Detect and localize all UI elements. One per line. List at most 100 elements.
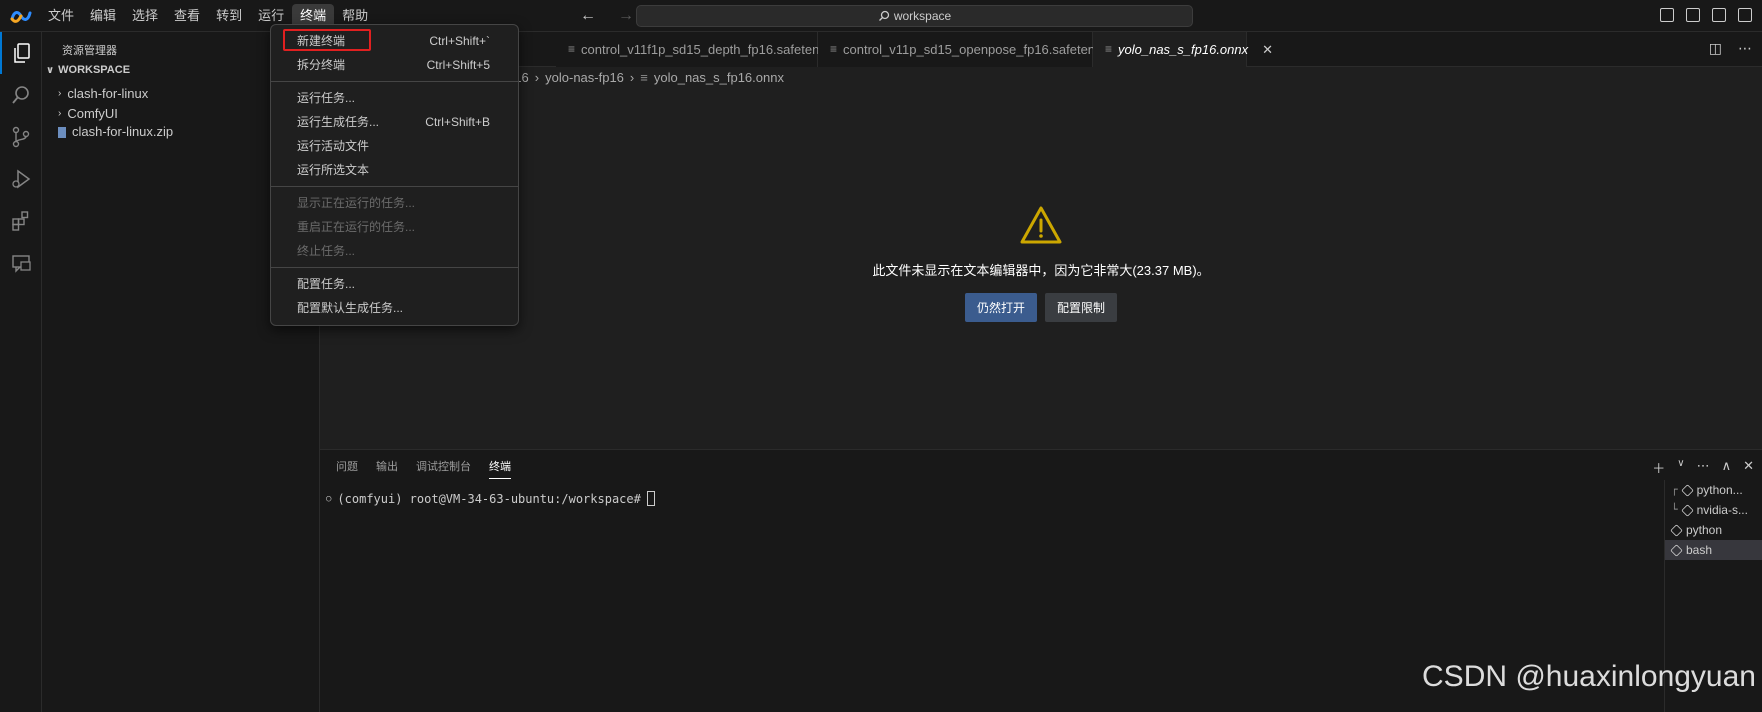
large-file-message: 此文件未显示在文本编辑器中，因为它非常大(23.37 MB)。 仍然打开 配置限… <box>320 205 1762 322</box>
open-anyway-button[interactable]: 仍然打开 <box>964 293 1037 322</box>
extensions-icon[interactable] <box>0 200 42 242</box>
large-file-text: 此文件未显示在文本编辑器中，因为它非常大(23.37 MB)。 <box>872 263 1210 278</box>
editor-actions: ◫ ⋯ <box>1709 40 1752 57</box>
run-debug-icon[interactable] <box>0 158 42 200</box>
menu-item-label: 拆分终端 <box>297 58 346 72</box>
tree-prefix: └ <box>1671 503 1678 516</box>
layout-controls <box>1660 8 1752 22</box>
terminal-item-python-1[interactable]: ┌ python... <box>1665 480 1762 500</box>
title-bar: 文件 编辑 选择 查看 转到 运行 终端 帮助 ← → workspace <box>0 0 1762 32</box>
split-editor-icon[interactable]: ◫ <box>1709 40 1722 57</box>
command-center-search[interactable]: workspace <box>636 5 1193 27</box>
panel-tabs: 问题 输出 调试控制台 终端 <box>336 458 511 479</box>
menu-separator <box>271 186 518 187</box>
chevron-right-icon: › <box>58 88 62 99</box>
terminal-item-python-2[interactable]: python <box>1665 520 1762 540</box>
chevron-right-icon: › <box>629 70 635 85</box>
breadcrumb-item[interactable]: yolo-nas-fp16 <box>545 67 624 89</box>
file-lines-icon: ≡ <box>1105 42 1113 56</box>
chevron-right-icon: › <box>58 108 62 119</box>
breadcrumb-item[interactable]: yolo_nas_s_fp16.onnx <box>654 67 784 89</box>
terminal-cursor <box>646 491 655 506</box>
toggle-panel-icon[interactable] <box>1686 8 1700 22</box>
configure-limit-button[interactable]: 配置限制 <box>1045 293 1118 322</box>
editor-tabs: ≡ control_v11f1p_sd15_depth_fp16.safeten… <box>320 32 1762 67</box>
warning-icon <box>1020 206 1062 244</box>
close-panel-icon[interactable]: ✕ <box>1743 458 1754 477</box>
menu-run-task[interactable]: 运行任务... <box>271 86 518 110</box>
menu-item-label: 终止任务... <box>297 244 356 258</box>
cube-icon <box>1680 503 1694 517</box>
chevron-right-icon: › <box>534 70 540 85</box>
remote-explorer-icon[interactable] <box>0 242 42 284</box>
search-icon[interactable] <box>0 74 42 116</box>
file-lines-icon: ≡ <box>568 42 576 56</box>
tree-item-clash-for-linux-zip[interactable]: clash-for-linux.zip <box>58 122 173 142</box>
navigation-arrows: ← → <box>580 7 634 25</box>
cube-icon <box>1680 483 1694 497</box>
watermark: CSDN @huaxinlongyuan <box>1422 660 1756 693</box>
menu-item-label: 运行活动文件 <box>297 139 370 153</box>
toggle-secondary-sidebar-icon[interactable] <box>1712 8 1726 22</box>
terminal-item-nvidia[interactable]: └ nvidia-s... <box>1665 500 1762 520</box>
menu-split-terminal[interactable]: 拆分终端 Ctrl+Shift+5 <box>271 53 518 77</box>
shortcut-label: Ctrl+Shift+B <box>425 115 490 129</box>
terminal-item-bash[interactable]: bash <box>1665 540 1762 560</box>
terminal-menu-dropdown: 新建终端 Ctrl+Shift+` 拆分终端 Ctrl+Shift+5 运行任务… <box>270 24 519 326</box>
add-terminal-icon[interactable]: ＋ <box>1652 458 1665 477</box>
menu-item-label: 运行所选文本 <box>297 163 370 177</box>
terminal-prompt-line[interactable]: ○ (comfyui) root@VM-34-63-ubuntu:/worksp… <box>326 491 655 506</box>
tab-openpose-safetensors[interactable]: ≡ control_v11p_sd15_openpose_fp16.safete… <box>818 32 1120 67</box>
chevron-down-icon: ∨ <box>46 64 55 76</box>
menu-separator <box>271 81 518 82</box>
menu-restart-running-task: 重启正在运行的任务... <box>271 215 518 239</box>
cube-icon <box>1670 543 1683 557</box>
close-icon[interactable]: ✕ <box>1262 32 1273 67</box>
menu-show-running-tasks: 显示正在运行的任务... <box>271 191 518 215</box>
menu-view[interactable]: 查看 <box>166 0 208 32</box>
menu-item-label: 运行任务... <box>297 91 356 105</box>
menu-item-label: 显示正在运行的任务... <box>297 196 416 210</box>
menu-edit[interactable]: 编辑 <box>82 0 124 32</box>
tab-output[interactable]: 输出 <box>376 458 398 479</box>
workspace-header[interactable]: ∨ WORKSPACE <box>46 64 130 76</box>
tab-depth-safetensors[interactable]: ≡ control_v11f1p_sd15_depth_fp16.safeten… <box>556 32 844 67</box>
menu-run-build-task[interactable]: 运行生成任务... Ctrl+Shift+B <box>271 110 518 134</box>
tab-problems[interactable]: 问题 <box>336 458 358 479</box>
terminal-label: nvidia-s... <box>1696 503 1748 517</box>
cube-icon <box>1670 523 1683 537</box>
tab-label: control_v11p_sd15_openpose_fp16.safetens… <box>843 42 1120 57</box>
tree-item-clash-for-linux[interactable]: › clash-for-linux <box>58 84 148 104</box>
tab-debug-console[interactable]: 调试控制台 <box>416 458 471 479</box>
tab-yolo-onnx[interactable]: ≡ yolo_nas_s_fp16.onnx ✕ <box>1093 32 1273 67</box>
menu-item-label: 配置默认生成任务... <box>297 301 404 315</box>
more-actions-icon[interactable]: ⋯ <box>1738 40 1752 57</box>
tree-prefix: ┌ <box>1671 483 1678 496</box>
more-actions-icon[interactable]: ⋯ <box>1697 458 1710 477</box>
explorer-icon[interactable] <box>0 32 42 74</box>
toggle-sidebar-icon[interactable] <box>1660 8 1674 22</box>
menu-run-active-file[interactable]: 运行活动文件 <box>271 134 518 158</box>
tab-terminal[interactable]: 终端 <box>489 458 511 479</box>
menu-configure-tasks[interactable]: 配置任务... <box>271 272 518 296</box>
maximize-panel-icon[interactable]: ∧ <box>1722 458 1732 477</box>
menu-file[interactable]: 文件 <box>40 0 82 32</box>
tree-item-comfyui[interactable]: › ComfyUI <box>58 104 118 124</box>
message-buttons: 仍然打开 配置限制 <box>320 293 1762 322</box>
source-control-icon[interactable] <box>0 116 42 158</box>
menu-item-label: 重启正在运行的任务... <box>297 220 416 234</box>
tree-item-label: ComfyUI <box>67 106 118 121</box>
menu-configure-default-build-task[interactable]: 配置默认生成任务... <box>271 296 518 320</box>
terminal-label: python <box>1686 523 1723 537</box>
back-arrow-icon[interactable]: ← <box>580 7 596 25</box>
menu-terminate-task: 终止任务... <box>271 239 518 263</box>
forward-arrow-icon[interactable]: → <box>618 7 634 25</box>
menu-go[interactable]: 转到 <box>208 0 250 32</box>
file-lines-icon: ≡ <box>640 70 648 85</box>
customize-layout-icon[interactable] <box>1738 8 1752 22</box>
menu-selection[interactable]: 选择 <box>124 0 166 32</box>
tab-label: yolo_nas_s_fp16.onnx <box>1118 42 1249 57</box>
terminal-prompt: (comfyui) root@VM-34-63-ubuntu:/workspac… <box>337 491 641 506</box>
menu-run-selected-text[interactable]: 运行所选文本 <box>271 158 518 182</box>
chevron-down-icon[interactable]: ∨ <box>1677 458 1684 477</box>
